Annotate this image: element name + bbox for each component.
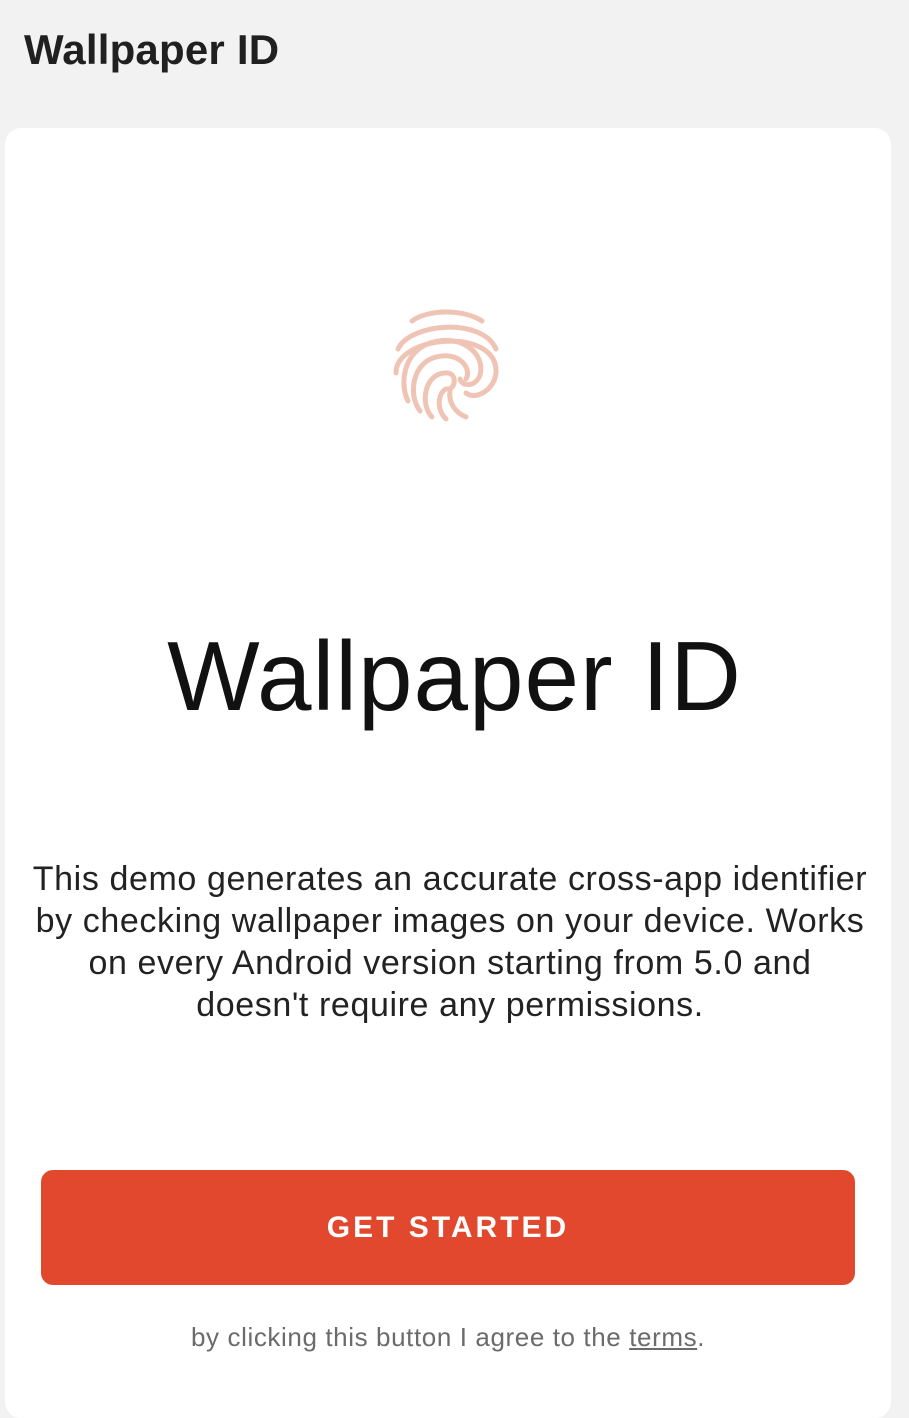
get-started-button[interactable]: GET STARTED xyxy=(41,1170,855,1285)
app-bar-title: Wallpaper ID xyxy=(24,26,280,73)
description-text: This demo generates an accurate cross-ap… xyxy=(32,860,868,1024)
terms-notice: by clicking this button I agree to the t… xyxy=(0,1322,896,1353)
terms-notice-suffix: . xyxy=(697,1322,706,1352)
fingerprint-icon xyxy=(393,309,499,422)
terms-link[interactable]: terms xyxy=(629,1322,697,1352)
hero-title: Wallpaper ID xyxy=(167,621,742,731)
terms-notice-prefix: by clicking this button I agree to the xyxy=(190,1322,630,1352)
app-bar: Wallpaper ID xyxy=(0,0,909,100)
